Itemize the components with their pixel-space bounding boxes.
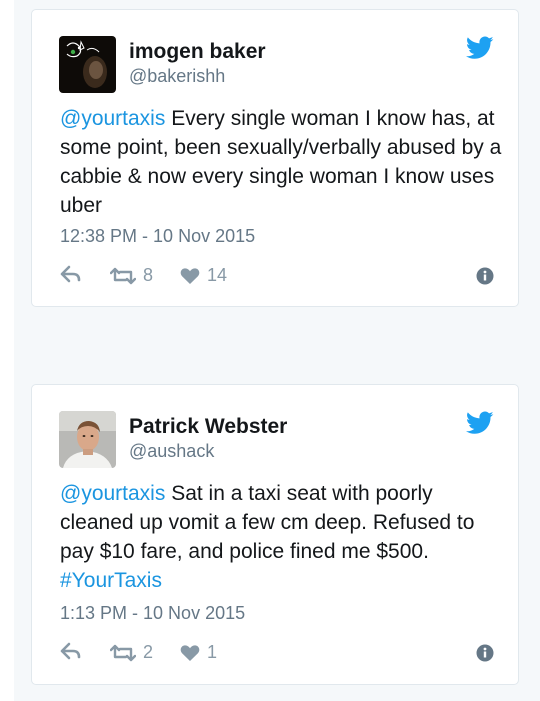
display-name[interactable]: Patrick Webster (129, 415, 287, 439)
retweet-count: 2 (143, 642, 154, 662)
tweet-text: @yourtaxis Sat in a taxi seat with poorl… (60, 479, 505, 595)
retweet-count: 8 (143, 265, 154, 285)
like-button[interactable]: 1 (180, 642, 217, 663)
tweet-card[interactable]: imogen baker @bakerishh @yourtaxis Every… (31, 9, 519, 307)
retweet-icon (110, 644, 136, 662)
mention-link[interactable]: @yourtaxis (60, 482, 165, 505)
heart-icon (180, 267, 200, 285)
twitter-bird-icon[interactable] (465, 36, 494, 60)
avatar[interactable] (59, 411, 116, 468)
tweet-text: @yourtaxis Every single woman I know has… (60, 104, 505, 220)
timestamp[interactable]: 1:13 PM - 10 Nov 2015 (60, 603, 245, 624)
like-count: 1 (207, 642, 218, 662)
avatar[interactable] (59, 36, 116, 93)
tweet-actions: 2 1 (60, 642, 494, 664)
like-count: 14 (207, 265, 228, 285)
display-name[interactable]: imogen baker (129, 40, 266, 64)
left-margin (0, 0, 14, 701)
user-handle[interactable]: @bakerishh (129, 66, 225, 87)
tweet-card[interactable]: Patrick Webster @aushack @yourtaxis Sat … (31, 384, 519, 685)
retweet-button[interactable]: 2 (110, 642, 153, 663)
reply-icon (60, 642, 82, 660)
retweet-icon (110, 267, 136, 285)
reply-icon (60, 265, 82, 283)
heart-icon (180, 644, 200, 662)
info-icon[interactable] (476, 267, 494, 290)
tweet-actions: 8 14 (60, 265, 494, 287)
reply-button[interactable] (60, 265, 82, 283)
retweet-button[interactable]: 8 (110, 265, 153, 286)
reply-button[interactable] (60, 642, 82, 660)
hashtag-link[interactable]: #YourTaxis (60, 569, 162, 592)
user-handle[interactable]: @aushack (129, 441, 214, 462)
timestamp[interactable]: 12:38 PM - 10 Nov 2015 (60, 226, 255, 247)
twitter-bird-icon[interactable] (465, 411, 494, 435)
info-icon[interactable] (476, 644, 494, 667)
like-button[interactable]: 14 (180, 265, 227, 286)
tweet-feed: imogen baker @bakerishh @yourtaxis Every… (0, 0, 540, 701)
mention-link[interactable]: @yourtaxis (60, 107, 165, 130)
